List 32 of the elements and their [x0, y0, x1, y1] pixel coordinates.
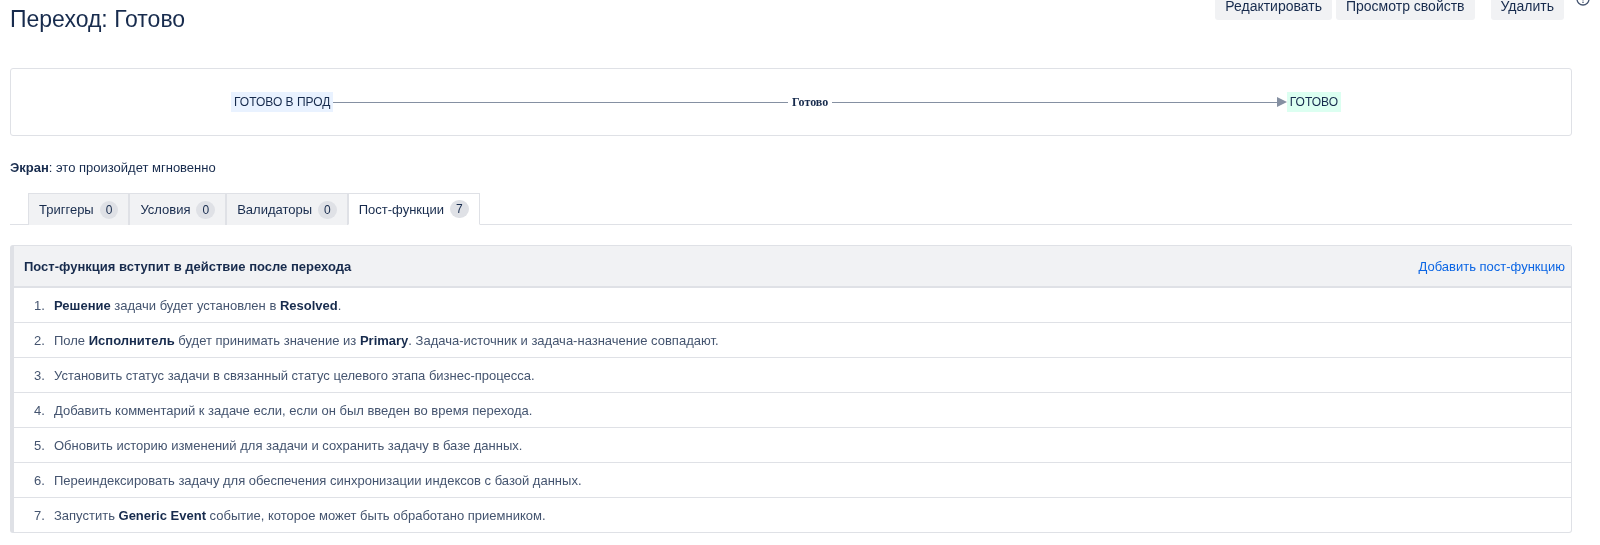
item-number: 3. [34, 367, 46, 383]
item-number: 4. [34, 402, 46, 418]
tab[interactable]: Пост-функции 7 [347, 193, 480, 225]
item-number: 7. [34, 507, 46, 523]
item-text: Поле Исполнитель будет принимать значение из Primary. Задача-источник и задача-назначение совпадают. [54, 332, 719, 348]
item-number: 6. [34, 472, 46, 488]
action-button[interactable]: Редактировать [1215, 0, 1332, 20]
item-text: Обновить историю изменений для задачи и сохранить задачу в базе данных. [54, 437, 523, 453]
item-number: 1. [34, 297, 46, 313]
item-text: Решение задачи будет установлен в Resolved. [54, 297, 342, 313]
tab[interactable]: Условия 0 [129, 193, 227, 225]
tab[interactable]: Валидаторы 0 [226, 193, 348, 225]
item-text: Запустить Generic Event событие, которое может быть обработано приемником. [54, 507, 546, 523]
panel-heading: Пост-функция вступит в действие после перехода [24, 258, 352, 274]
item-text: Добавить комментарий к задаче если, если он был введен во время перехода. [54, 402, 533, 418]
item-number: 2. [34, 332, 46, 348]
status-lozenge: ГОТОВО [1286, 92, 1341, 112]
add-link[interactable]: Добавить пост-функцию [1418, 258, 1565, 274]
page-title: Переход: Готово [10, 6, 186, 33]
count-badge: 7 [450, 200, 469, 218]
action-button[interactable]: Удалить [1490, 0, 1564, 20]
item-text: Установить статус задачи в связанный статус целевого этапа бизнес-процесса. [54, 367, 535, 383]
tab[interactable]: Триггеры 0 [28, 193, 130, 225]
item-text: Переиндексировать задачу для обеспечения синхронизации индексов с базой данных. [54, 472, 582, 488]
transition-label: Готово [791, 94, 830, 110]
action-button[interactable]: Просмотр свойств [1336, 0, 1475, 20]
status-lozenge: ГОТОВО В ПРОД [231, 92, 334, 112]
count-badge: 0 [99, 200, 119, 219]
count-badge: 0 [196, 200, 216, 219]
screen-info: Экран: это произойдет мгновенно [10, 160, 217, 175]
count-badge: 0 [318, 200, 337, 219]
item-number: 5. [34, 437, 46, 453]
